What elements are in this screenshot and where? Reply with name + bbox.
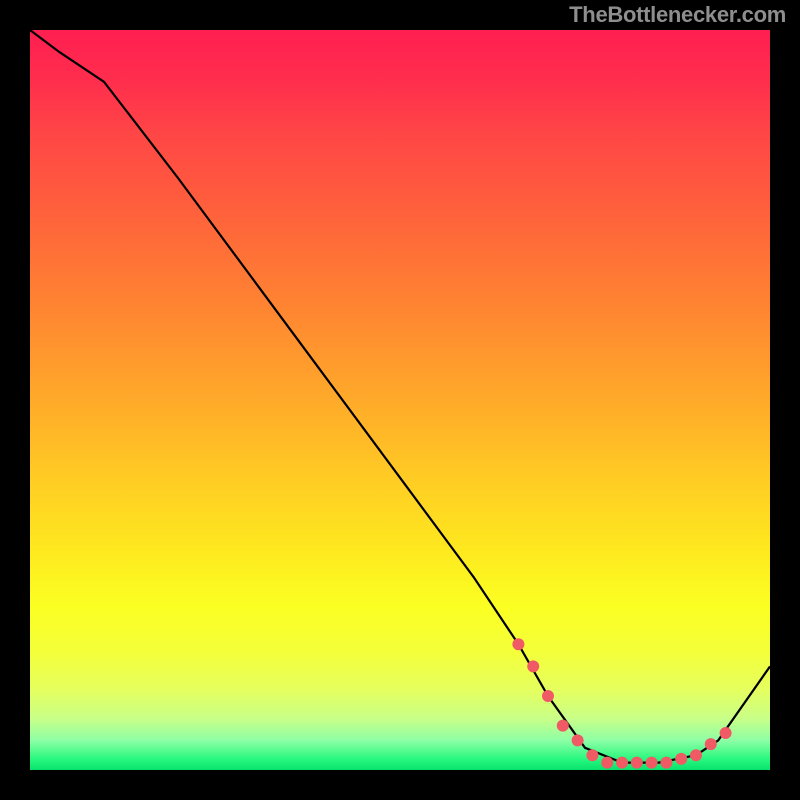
marker-dot: [527, 660, 539, 672]
marker-dot: [586, 749, 598, 761]
chart-frame: TheBottlenecker.com: [0, 0, 800, 800]
marker-dot: [646, 757, 658, 769]
marker-dot: [660, 757, 672, 769]
marker-dot: [705, 738, 717, 750]
marker-dot: [631, 757, 643, 769]
bottleneck-curve-svg: [30, 30, 770, 770]
bottleneck-curve: [30, 30, 770, 763]
marker-dot: [572, 734, 584, 746]
highlight-markers: [512, 638, 731, 768]
marker-dot: [720, 727, 732, 739]
marker-dot: [601, 757, 613, 769]
marker-dot: [616, 757, 628, 769]
marker-dot: [542, 690, 554, 702]
plot-area: [30, 30, 770, 770]
attribution-label: TheBottlenecker.com: [569, 2, 786, 28]
marker-dot: [690, 749, 702, 761]
marker-dot: [557, 720, 569, 732]
marker-dot: [512, 638, 524, 650]
marker-dot: [675, 753, 687, 765]
